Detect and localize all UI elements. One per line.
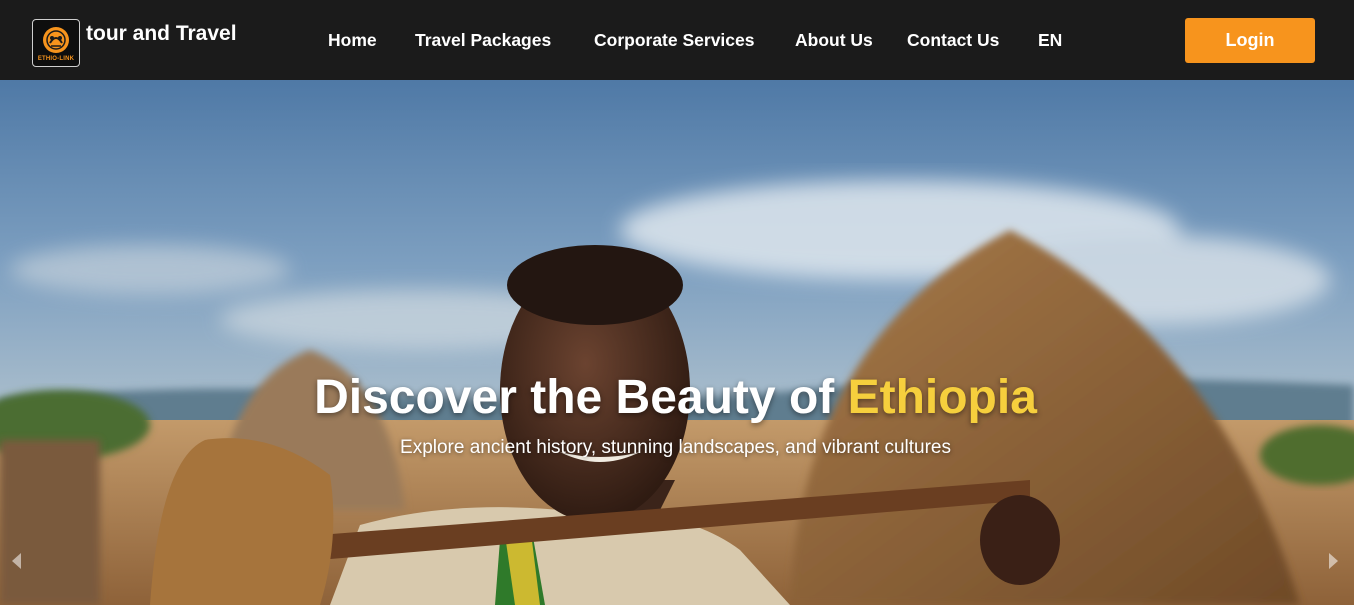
- hero-carousel: Discover the Beauty of Ethiopia Explore …: [0, 80, 1354, 605]
- language-selector[interactable]: EN: [1038, 30, 1062, 51]
- ethio-link-logo-icon: ETHIO-LINK: [32, 19, 80, 67]
- nav-corporate-services[interactable]: Corporate Services: [594, 30, 755, 51]
- hero-title-highlight: Ethiopia: [847, 371, 1037, 424]
- page: ETHIO-LINK tour and Travel Home Travel P…: [0, 0, 1354, 605]
- logo-caption: ETHIO-LINK: [37, 55, 75, 62]
- navbar: ETHIO-LINK tour and Travel Home Travel P…: [0, 0, 1354, 80]
- brand-name: tour and Travel: [86, 22, 237, 45]
- chevron-left-icon[interactable]: [12, 553, 21, 569]
- nav-about-us[interactable]: About Us: [795, 30, 873, 51]
- brand-logo-link[interactable]: ETHIO-LINK tour and Travel: [32, 19, 237, 67]
- chevron-right-icon[interactable]: [1329, 553, 1338, 569]
- hero-subtitle: Explore ancient history, stunning landsc…: [400, 437, 951, 458]
- login-button[interactable]: Login: [1185, 18, 1315, 63]
- hero-title: Discover the Beauty of Ethiopia: [0, 370, 1351, 425]
- hero-title-prefix: Discover the Beauty of: [314, 371, 848, 424]
- hero-background-image: [0, 80, 1354, 605]
- nav-home[interactable]: Home: [328, 30, 377, 51]
- nav-contact-us[interactable]: Contact Us: [907, 30, 999, 51]
- nav-travel-packages[interactable]: Travel Packages: [415, 30, 551, 51]
